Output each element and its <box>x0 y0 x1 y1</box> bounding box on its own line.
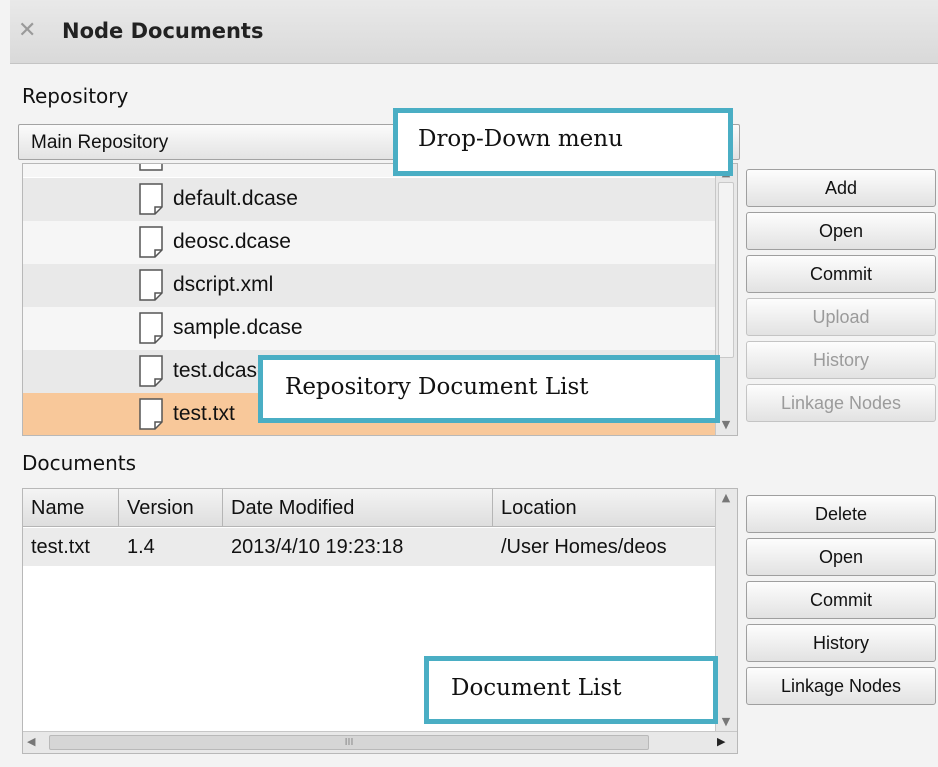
documents-section-label: Documents <box>22 451 137 475</box>
repository-add-button[interactable]: Add <box>746 169 936 207</box>
column-header-version[interactable]: Version <box>119 489 223 527</box>
documents-delete-button[interactable]: Delete <box>746 495 936 533</box>
list-item[interactable]: sample.dcase <box>23 307 715 350</box>
scroll-down-icon[interactable]: ▼ <box>716 715 736 729</box>
file-icon <box>139 183 163 215</box>
file-name: test.dcase <box>173 359 269 382</box>
repository-linkage-nodes-button[interactable]: Linkage Nodes <box>746 384 936 422</box>
repository-dropdown-value: Main Repository <box>31 132 169 153</box>
file-icon <box>139 269 163 301</box>
documents-history-button[interactable]: History <box>746 624 936 662</box>
annotation-dropdown: Drop-Down menu <box>393 108 733 176</box>
file-name: deosc.dcase <box>173 230 291 253</box>
file-name: default.dcase <box>173 187 298 210</box>
cell-location: /User Homes/deos <box>501 536 667 558</box>
documents-commit-button[interactable]: Commit <box>746 581 936 619</box>
cell-version: 1.4 <box>127 536 155 558</box>
annotation-document-list: Document List <box>424 656 718 724</box>
column-header-location[interactable]: Location <box>493 489 715 527</box>
node-documents-window: ✕ Node Documents Repository Main Reposit… <box>0 0 938 767</box>
documents-open-button[interactable]: Open <box>746 538 936 576</box>
table-header: Name Version Date Modified Location <box>23 489 715 527</box>
cell-date-modified: 2013/4/10 19:23:18 <box>231 536 404 558</box>
scroll-up-icon[interactable]: ▲ <box>716 491 736 505</box>
column-header-name[interactable]: Name <box>23 489 119 527</box>
scroll-thumb[interactable]: III <box>49 735 649 750</box>
file-icon <box>139 226 163 258</box>
close-icon[interactable]: ✕ <box>18 18 36 44</box>
annotation-repository-document-list: Repository Document List <box>258 355 720 423</box>
repository-history-button[interactable]: History <box>746 341 936 379</box>
repository-commit-button[interactable]: Commit <box>746 255 936 293</box>
document-list-vscrollbar[interactable]: ▲ ▼ <box>715 489 737 731</box>
file-icon <box>139 355 163 387</box>
window-title: Node Documents <box>62 19 264 43</box>
scroll-left-icon[interactable]: ◀ <box>27 735 35 748</box>
file-name: test.txt <box>173 402 235 425</box>
documents-linkage-nodes-button[interactable]: Linkage Nodes <box>746 667 936 705</box>
document-list-hscrollbar[interactable]: ◀ III ▶ <box>23 731 737 753</box>
cell-name: test.txt <box>31 536 90 558</box>
file-name: dscript.xml <box>173 273 274 296</box>
file-name: sample.dcase <box>173 316 303 339</box>
list-item[interactable]: dscript.xml <box>23 264 715 307</box>
repository-open-button[interactable]: Open <box>746 212 936 250</box>
list-item[interactable]: deosc.dcase <box>23 221 715 264</box>
repository-section-label: Repository <box>22 84 129 108</box>
repository-upload-button[interactable]: Upload <box>746 298 936 336</box>
scroll-thumb[interactable] <box>718 182 734 358</box>
table-row[interactable]: test.txt 1.4 2013/4/10 19:23:18 /User Ho… <box>23 528 715 566</box>
column-header-date-modified[interactable]: Date Modified <box>223 489 493 527</box>
file-icon <box>139 398 163 430</box>
file-icon <box>139 164 163 171</box>
scroll-right-icon[interactable]: ▶ <box>717 735 725 748</box>
file-icon <box>139 312 163 344</box>
list-item[interactable]: default.dcase <box>23 178 715 221</box>
